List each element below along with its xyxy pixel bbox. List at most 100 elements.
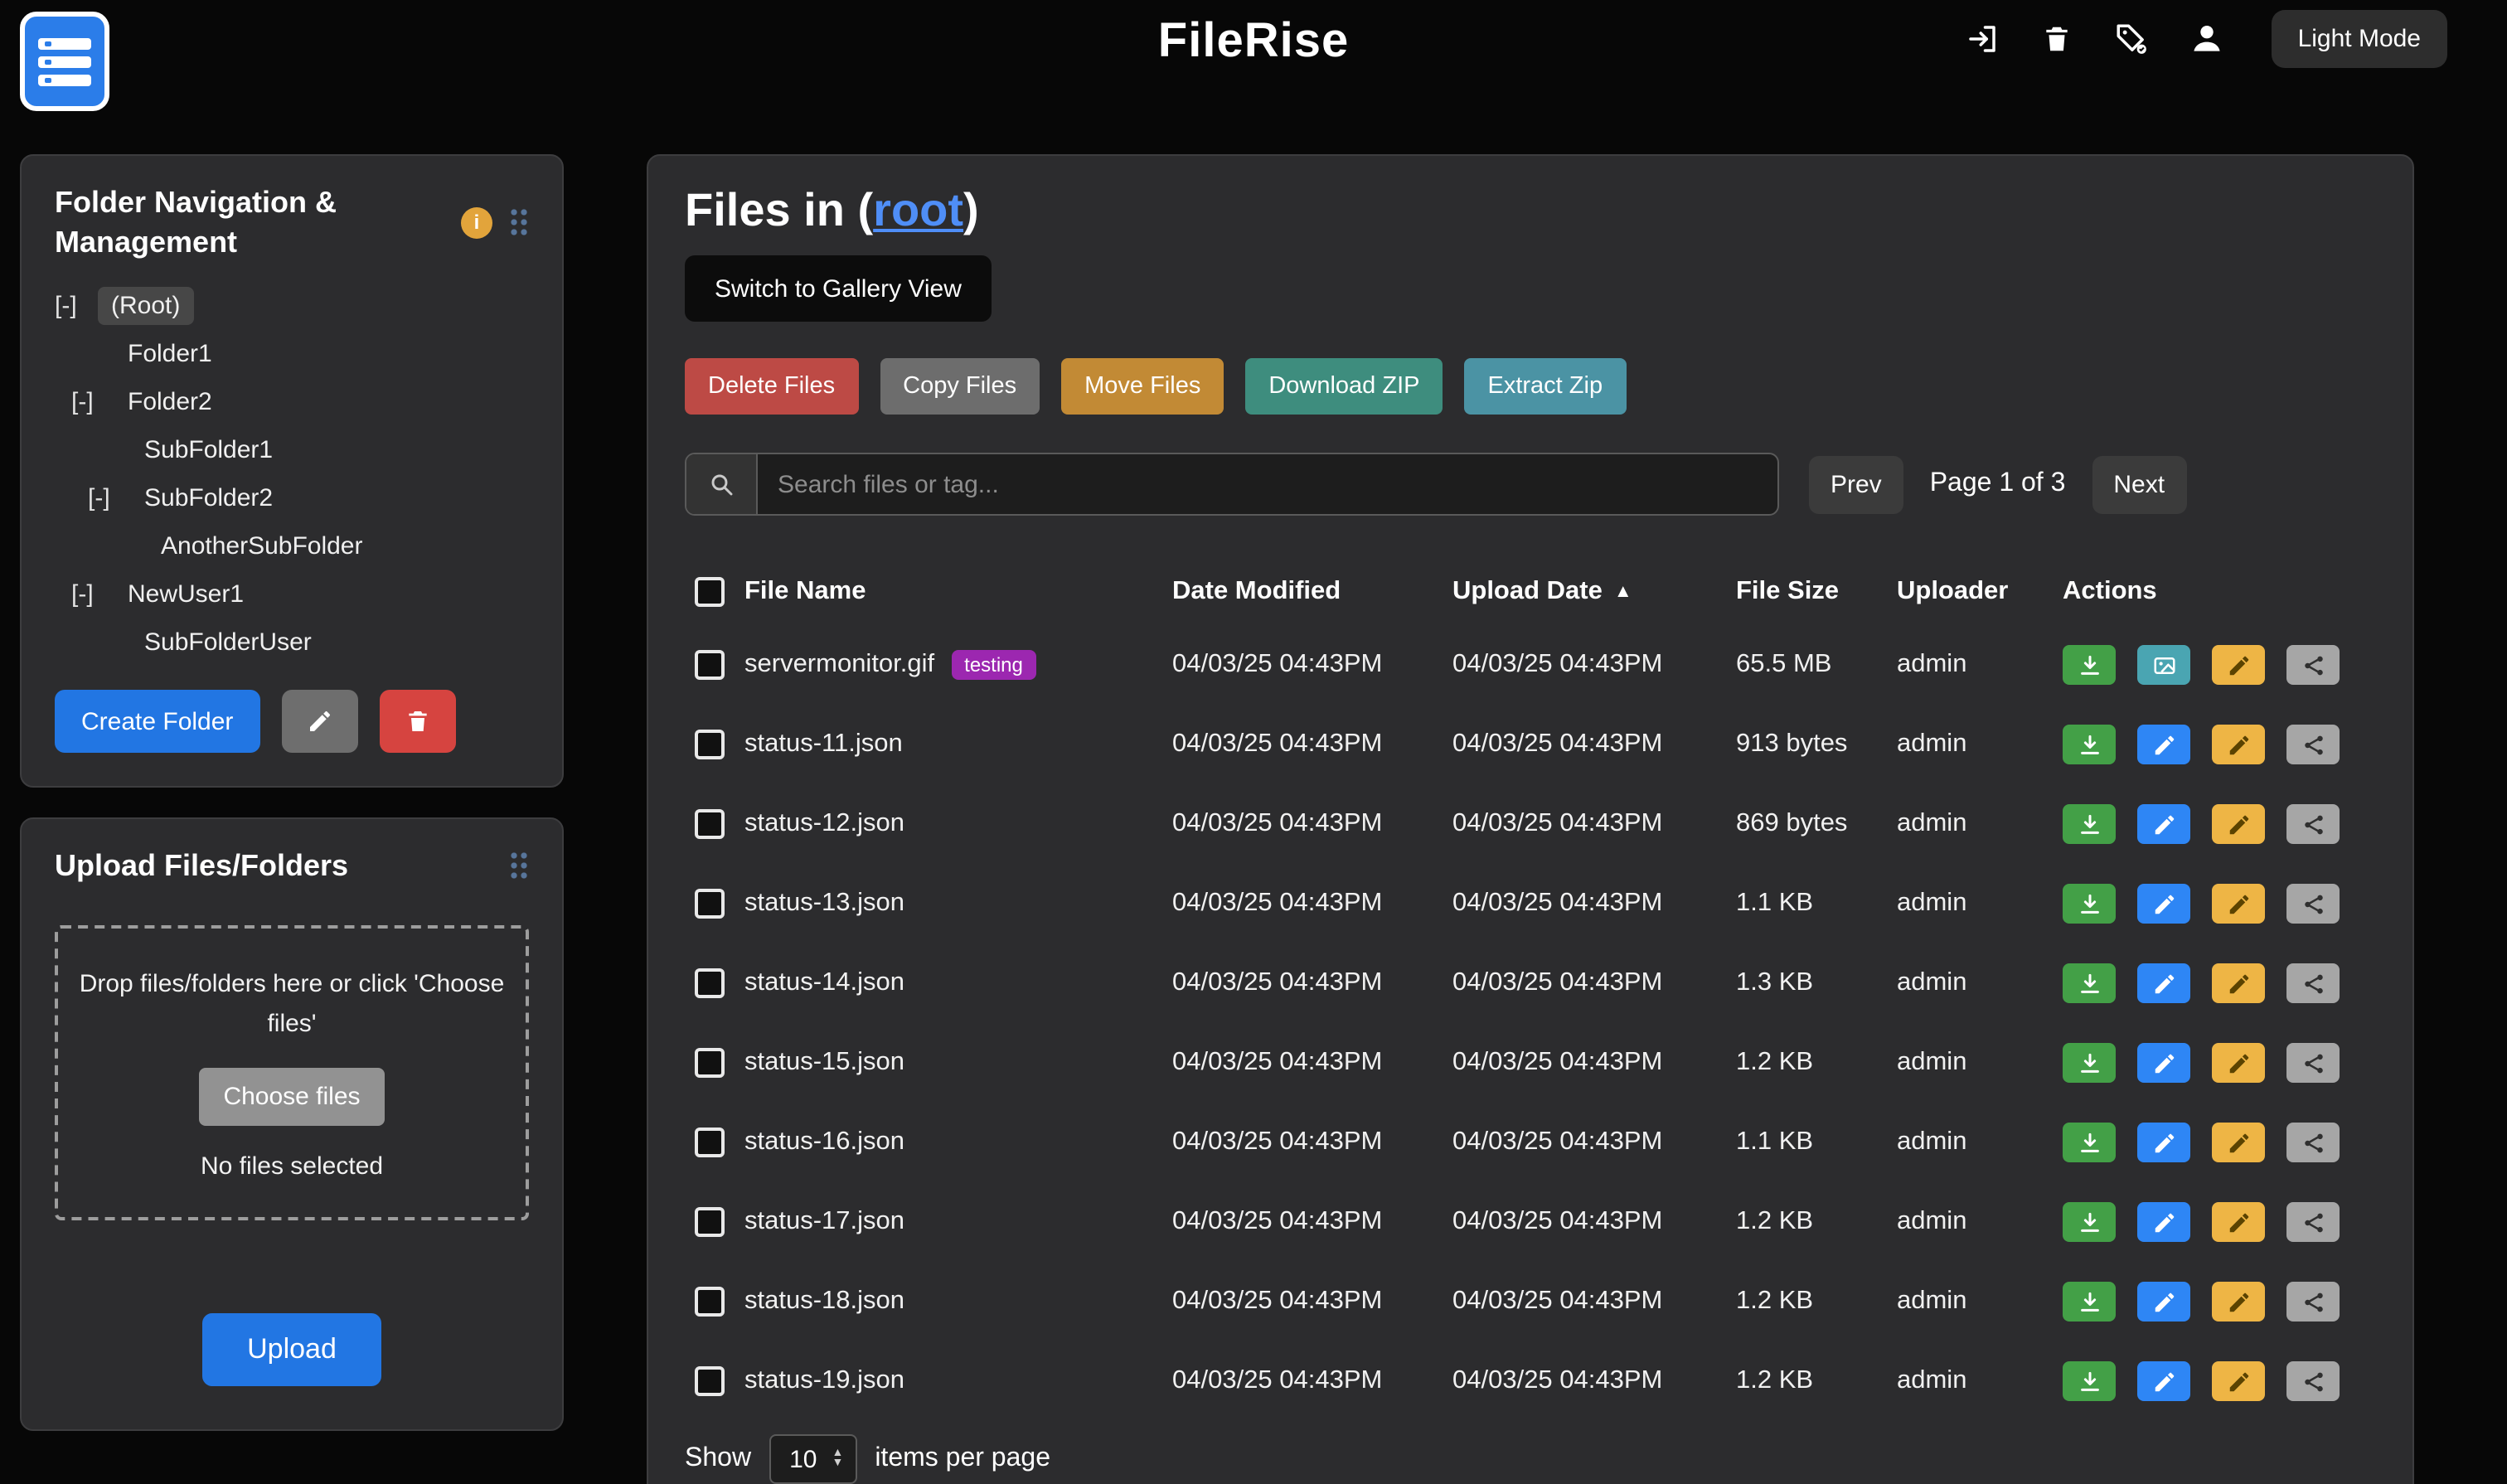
row-checkbox[interactable] xyxy=(695,889,725,919)
logout-icon[interactable] xyxy=(1963,18,2003,58)
column-header-upload-date[interactable]: Upload Date▲ xyxy=(1452,577,1736,607)
select-all-checkbox[interactable] xyxy=(695,577,725,607)
folder-toggle-icon[interactable]: [-] xyxy=(88,484,131,512)
file-row[interactable]: status-19.json04/03/25 04:43PM04/03/25 0… xyxy=(685,1341,2376,1421)
share-button[interactable] xyxy=(2286,645,2340,685)
folder-label[interactable]: Folder2 xyxy=(114,383,225,421)
share-button[interactable] xyxy=(2286,1202,2340,1242)
file-row[interactable]: status-12.json04/03/25 04:43PM04/03/25 0… xyxy=(685,784,2376,864)
share-button[interactable] xyxy=(2286,1043,2340,1083)
prev-page-button[interactable]: Prev xyxy=(1809,455,1903,513)
edit-button[interactable] xyxy=(2137,1202,2190,1242)
folder-tree-item[interactable]: [-]SubFolder2 xyxy=(55,474,529,522)
edit-button[interactable] xyxy=(2137,1043,2190,1083)
edit-button[interactable] xyxy=(2137,884,2190,924)
folder-tree-item[interactable]: [-]Folder2 xyxy=(55,378,529,426)
file-name[interactable]: status-15.json xyxy=(744,1048,904,1078)
row-checkbox[interactable] xyxy=(695,1128,725,1157)
file-name[interactable]: status-11.json xyxy=(744,730,903,759)
trash-icon[interactable] xyxy=(2038,18,2078,58)
delete-folder-button[interactable] xyxy=(379,690,455,753)
folder-tree-item[interactable]: [-](Root) xyxy=(55,282,529,330)
share-button[interactable] xyxy=(2286,1123,2340,1162)
row-checkbox[interactable] xyxy=(695,1366,725,1396)
row-checkbox[interactable] xyxy=(695,730,725,759)
rename-button[interactable] xyxy=(2212,804,2265,844)
edit-button[interactable] xyxy=(2137,963,2190,1003)
rename-button[interactable] xyxy=(2212,725,2265,764)
light-mode-button[interactable]: Light Mode xyxy=(2272,9,2447,67)
file-name[interactable]: status-13.json xyxy=(744,889,904,919)
rename-button[interactable] xyxy=(2212,1043,2265,1083)
folder-toggle-icon[interactable]: [-] xyxy=(71,580,114,609)
column-header-actions[interactable]: Actions xyxy=(2063,577,2376,607)
file-row[interactable]: status-13.json04/03/25 04:43PM04/03/25 0… xyxy=(685,864,2376,943)
download-button[interactable] xyxy=(2063,963,2116,1003)
rename-button[interactable] xyxy=(2212,963,2265,1003)
edit-button[interactable] xyxy=(2137,804,2190,844)
folder-tree-item[interactable]: [-]NewUser1 xyxy=(55,570,529,618)
folder-toggle-icon[interactable]: [-] xyxy=(55,292,98,320)
file-name[interactable]: status-16.json xyxy=(744,1128,904,1157)
rename-button[interactable] xyxy=(2212,884,2265,924)
folder-tree-item[interactable]: SubFolderUser xyxy=(55,618,529,667)
folder-tree-item[interactable]: SubFolder1 xyxy=(55,426,529,474)
folder-label[interactable]: SubFolderUser xyxy=(131,623,325,662)
file-row[interactable]: status-15.json04/03/25 04:43PM04/03/25 0… xyxy=(685,1023,2376,1103)
column-header-date-modified[interactable]: Date Modified xyxy=(1172,577,1452,607)
edit-button[interactable] xyxy=(2137,1361,2190,1401)
column-header-file-size[interactable]: File Size xyxy=(1736,577,1897,607)
share-button[interactable] xyxy=(2286,804,2340,844)
share-button[interactable] xyxy=(2286,1361,2340,1401)
download-button[interactable] xyxy=(2063,884,2116,924)
rename-button[interactable] xyxy=(2212,645,2265,685)
file-row[interactable]: status-17.json04/03/25 04:43PM04/03/25 0… xyxy=(685,1182,2376,1262)
tag-icon[interactable] xyxy=(2112,18,2152,58)
file-name[interactable]: status-19.json xyxy=(744,1366,904,1396)
download-button[interactable] xyxy=(2063,725,2116,764)
drag-handle-icon[interactable] xyxy=(509,851,529,880)
edit-button[interactable] xyxy=(2137,1123,2190,1162)
choose-files-button[interactable]: Choose files xyxy=(198,1068,385,1126)
folder-label[interactable]: NewUser1 xyxy=(114,575,257,613)
gallery-view-button[interactable]: Switch to Gallery View xyxy=(685,255,992,322)
file-name[interactable]: servermonitor.gif xyxy=(744,650,934,680)
column-header-file-name[interactable]: File Name xyxy=(744,577,1172,607)
row-checkbox[interactable] xyxy=(695,968,725,998)
download-button[interactable] xyxy=(2063,804,2116,844)
share-button[interactable] xyxy=(2286,963,2340,1003)
drag-handle-icon[interactable] xyxy=(509,207,529,237)
upload-button[interactable]: Upload xyxy=(202,1313,381,1386)
folder-tree-item[interactable]: Folder1 xyxy=(55,330,529,378)
folder-label[interactable]: AnotherSubFolder xyxy=(148,527,376,565)
folder-label[interactable]: Folder1 xyxy=(114,335,225,373)
preview-button[interactable] xyxy=(2137,645,2190,685)
share-button[interactable] xyxy=(2286,725,2340,764)
download-button[interactable] xyxy=(2063,645,2116,685)
download-button[interactable] xyxy=(2063,1043,2116,1083)
items-per-page-select[interactable]: 10 xyxy=(769,1434,856,1484)
rename-button[interactable] xyxy=(2212,1123,2265,1162)
row-checkbox[interactable] xyxy=(695,1048,725,1078)
root-link[interactable]: root xyxy=(873,184,963,235)
download-button[interactable] xyxy=(2063,1202,2116,1242)
file-row[interactable]: status-14.json04/03/25 04:43PM04/03/25 0… xyxy=(685,943,2376,1023)
folder-label[interactable]: (Root) xyxy=(98,287,193,325)
download-button[interactable] xyxy=(2063,1282,2116,1322)
row-checkbox[interactable] xyxy=(695,1207,725,1237)
folder-tree-item[interactable]: AnotherSubFolder xyxy=(55,522,529,570)
folder-label[interactable]: SubFolder2 xyxy=(131,479,286,517)
move-files-button[interactable]: Move Files xyxy=(1061,358,1224,415)
app-logo-icon[interactable] xyxy=(20,12,109,111)
info-icon[interactable] xyxy=(461,206,492,238)
file-name[interactable]: status-18.json xyxy=(744,1287,904,1317)
account-icon[interactable] xyxy=(2187,18,2227,58)
share-button[interactable] xyxy=(2286,1282,2340,1322)
next-page-button[interactable]: Next xyxy=(2092,455,2186,513)
file-row[interactable]: status-11.json04/03/25 04:43PM04/03/25 0… xyxy=(685,705,2376,784)
file-name[interactable]: status-12.json xyxy=(744,809,904,839)
edit-button[interactable] xyxy=(2137,1282,2190,1322)
download-zip-button[interactable]: Download ZIP xyxy=(1245,358,1443,415)
rename-button[interactable] xyxy=(2212,1282,2265,1322)
rename-folder-button[interactable] xyxy=(281,690,357,753)
